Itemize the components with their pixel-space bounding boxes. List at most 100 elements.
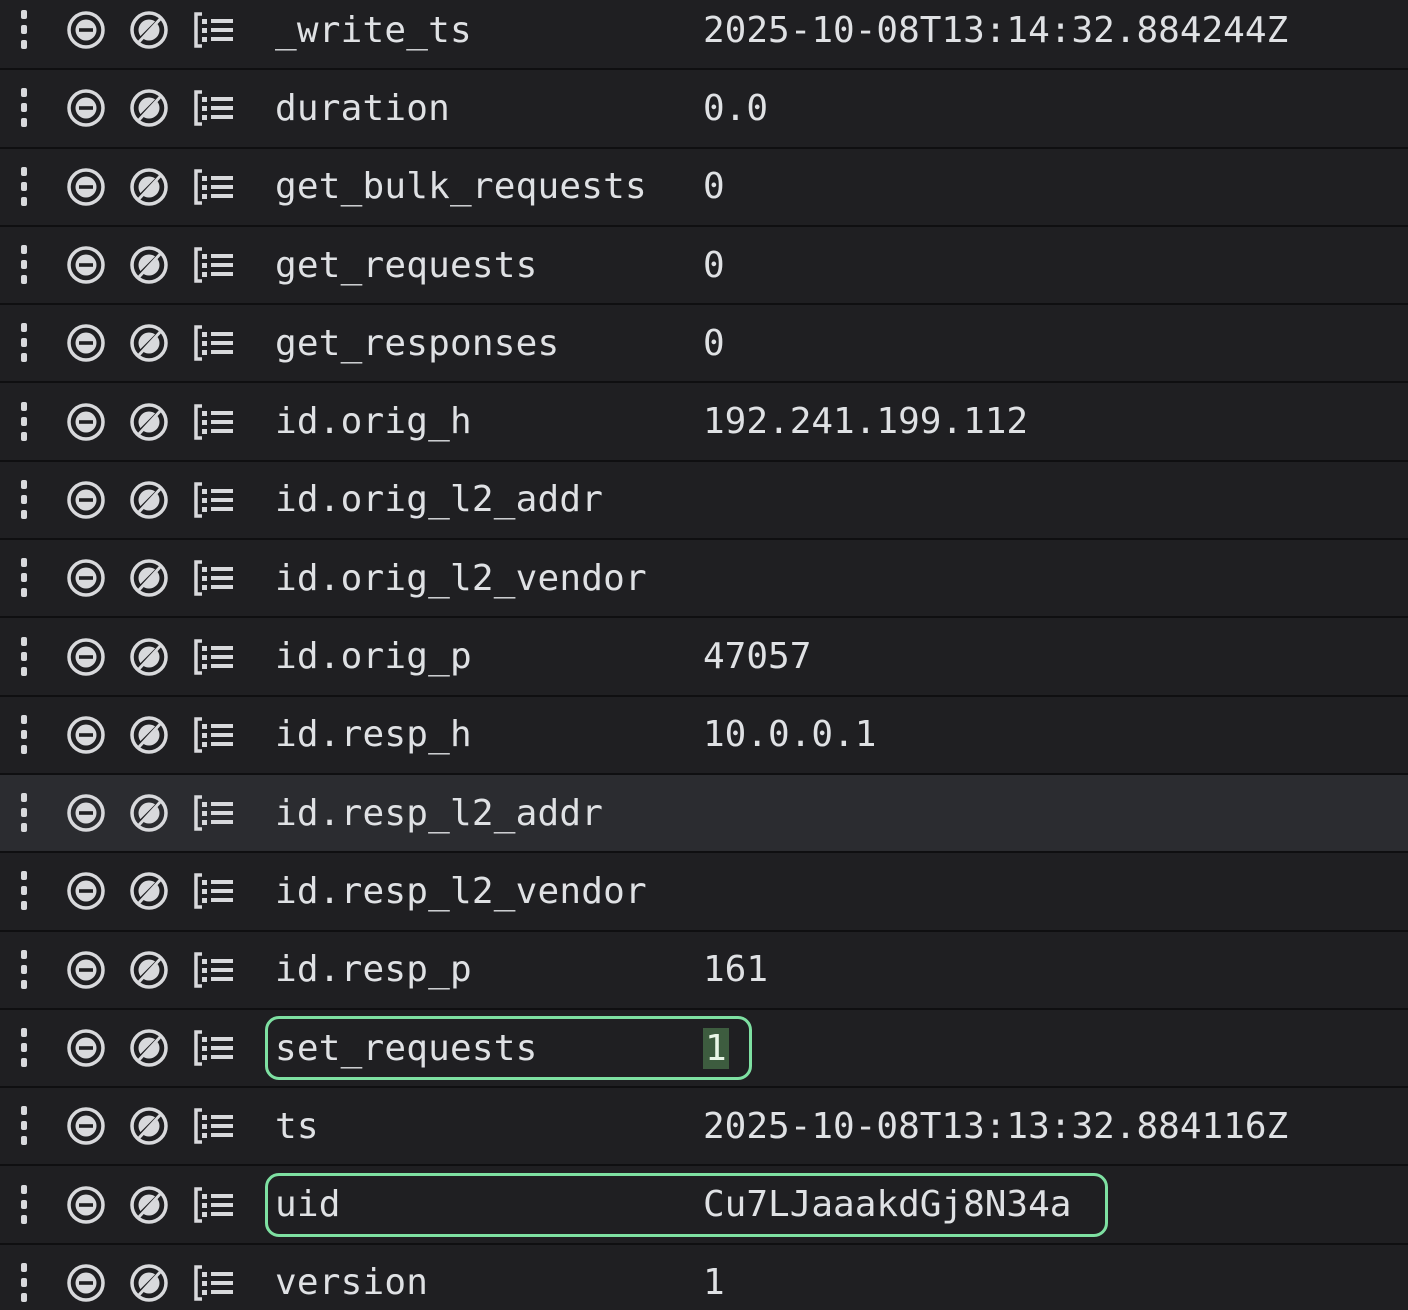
field-row-duration: duration 0.0 — [0, 70, 1408, 149]
filter-for-value-icon[interactable] — [64, 384, 108, 460]
toggle-column-icon[interactable] — [190, 462, 238, 538]
filter-for-value-icon[interactable] — [64, 305, 108, 381]
filter-out-value-icon[interactable] — [127, 1245, 171, 1310]
filter-for-value-icon[interactable] — [64, 540, 108, 616]
filter-out-value-icon[interactable] — [127, 853, 171, 929]
field-row-id-orig-p: id.orig_p 47057 — [0, 618, 1408, 697]
filter-out-value-icon[interactable] — [127, 70, 171, 146]
drag-handle-icon[interactable] — [10, 384, 38, 460]
drag-handle-icon[interactable] — [10, 70, 38, 146]
toggle-column-icon[interactable] — [190, 149, 238, 225]
toggle-column-icon[interactable] — [190, 775, 238, 851]
toggle-column-icon[interactable] — [190, 853, 238, 929]
document-fields-table: _write_ts 2025-10-08T13:14:32.884244Z dura… — [0, 0, 1408, 1310]
drag-handle-icon[interactable] — [10, 1010, 38, 1086]
filter-out-value-icon[interactable] — [127, 1088, 171, 1164]
field-name: id.orig_l2_vendor — [275, 557, 647, 599]
filter-out-value-icon[interactable] — [127, 932, 171, 1008]
field-name: get_requests — [275, 244, 538, 286]
filter-for-value-icon[interactable] — [64, 70, 108, 146]
filter-out-value-icon[interactable] — [127, 0, 171, 68]
drag-handle-icon[interactable] — [10, 1088, 38, 1164]
toggle-column-icon[interactable] — [190, 1010, 238, 1086]
filter-out-value-icon[interactable] — [127, 305, 171, 381]
field-row-id-orig-l2-vendor: id.orig_l2_vendor — [0, 540, 1408, 619]
field-name: set_requests — [275, 1027, 538, 1069]
filter-for-value-icon[interactable] — [64, 1167, 108, 1243]
drag-handle-icon[interactable] — [10, 932, 38, 1008]
filter-for-value-icon[interactable] — [64, 0, 108, 68]
filter-for-value-icon[interactable] — [64, 1088, 108, 1164]
field-value: 2025-10-08T13:14:32.884244Z — [703, 9, 1289, 51]
field-row-id-resp-p: id.resp_p 161 — [0, 931, 1408, 1010]
drag-handle-icon[interactable] — [10, 697, 38, 773]
filter-out-value-icon[interactable] — [127, 618, 171, 694]
toggle-column-icon[interactable] — [190, 1088, 238, 1164]
toggle-column-icon[interactable] — [190, 540, 238, 616]
field-name: ts — [275, 1105, 319, 1147]
toggle-column-icon[interactable] — [190, 1167, 238, 1243]
filter-out-value-icon[interactable] — [127, 697, 171, 773]
drag-handle-icon[interactable] — [10, 618, 38, 694]
filter-out-value-icon[interactable] — [127, 227, 171, 303]
toggle-column-icon[interactable] — [190, 618, 238, 694]
filter-for-value-icon[interactable] — [64, 932, 108, 1008]
field-row-write-ts: _write_ts 2025-10-08T13:14:32.884244Z — [0, 0, 1408, 71]
drag-handle-icon[interactable] — [10, 775, 38, 851]
field-name: id.resp_p — [275, 949, 472, 991]
filter-out-value-icon[interactable] — [127, 775, 171, 851]
toggle-column-icon[interactable] — [190, 1245, 238, 1310]
field-row-id-resp-l2-addr: id.resp_l2_addr — [0, 775, 1408, 854]
filter-for-value-icon[interactable] — [64, 462, 108, 538]
field-value: 10.0.0.1 — [703, 714, 877, 756]
field-value: 0 — [703, 166, 725, 208]
filter-out-value-icon[interactable] — [127, 462, 171, 538]
drag-handle-icon[interactable] — [10, 305, 38, 381]
filter-for-value-icon[interactable] — [64, 227, 108, 303]
toggle-column-icon[interactable] — [190, 0, 238, 68]
toggle-column-icon[interactable] — [190, 70, 238, 146]
field-row-uid: uid Cu7LJaaakdGj8N34a — [0, 1166, 1408, 1245]
field-name: id.orig_l2_addr — [275, 479, 604, 521]
field-name: get_bulk_requests — [275, 166, 647, 208]
toggle-column-icon[interactable] — [190, 932, 238, 1008]
field-row-id-orig-l2-addr: id.orig_l2_addr — [0, 461, 1408, 541]
field-row-get-bulk-requests: get_bulk_requests 0 — [0, 148, 1408, 227]
drag-handle-icon[interactable] — [10, 853, 38, 929]
field-name: version — [275, 1262, 429, 1304]
field-name: id.resp_h — [275, 714, 472, 756]
drag-handle-icon[interactable] — [10, 227, 38, 303]
selected-value: 1 — [703, 1027, 729, 1069]
field-value: 1 — [703, 1262, 725, 1304]
drag-handle-icon[interactable] — [10, 462, 38, 538]
filter-for-value-icon[interactable] — [64, 149, 108, 225]
filter-for-value-icon[interactable] — [64, 1245, 108, 1310]
toggle-column-icon[interactable] — [190, 227, 238, 303]
filter-out-value-icon[interactable] — [127, 540, 171, 616]
drag-handle-icon[interactable] — [10, 1245, 38, 1310]
field-name: id.resp_l2_addr — [275, 792, 604, 834]
filter-out-value-icon[interactable] — [127, 1167, 171, 1243]
filter-out-value-icon[interactable] — [127, 384, 171, 460]
filter-for-value-icon[interactable] — [64, 1010, 108, 1086]
filter-for-value-icon[interactable] — [64, 618, 108, 694]
field-name: duration — [275, 87, 450, 129]
field-value: 47057 — [703, 636, 812, 678]
drag-handle-icon[interactable] — [10, 1167, 38, 1243]
filter-out-value-icon[interactable] — [127, 1010, 171, 1086]
field-name: id.resp_l2_vendor — [275, 870, 647, 912]
field-row-get-responses: get_responses 0 — [0, 305, 1408, 384]
filter-for-value-icon[interactable] — [64, 853, 108, 929]
filter-for-value-icon[interactable] — [64, 775, 108, 851]
filter-out-value-icon[interactable] — [127, 149, 171, 225]
filter-for-value-icon[interactable] — [64, 697, 108, 773]
toggle-column-icon[interactable] — [190, 305, 238, 381]
field-value: 1 — [703, 1010, 729, 1086]
drag-handle-icon[interactable] — [10, 540, 38, 616]
field-name: uid — [275, 1184, 341, 1226]
drag-handle-icon[interactable] — [10, 149, 38, 225]
toggle-column-icon[interactable] — [190, 697, 238, 773]
toggle-column-icon[interactable] — [190, 384, 238, 460]
drag-handle-icon[interactable] — [10, 0, 38, 68]
field-value: 0 — [703, 244, 725, 286]
